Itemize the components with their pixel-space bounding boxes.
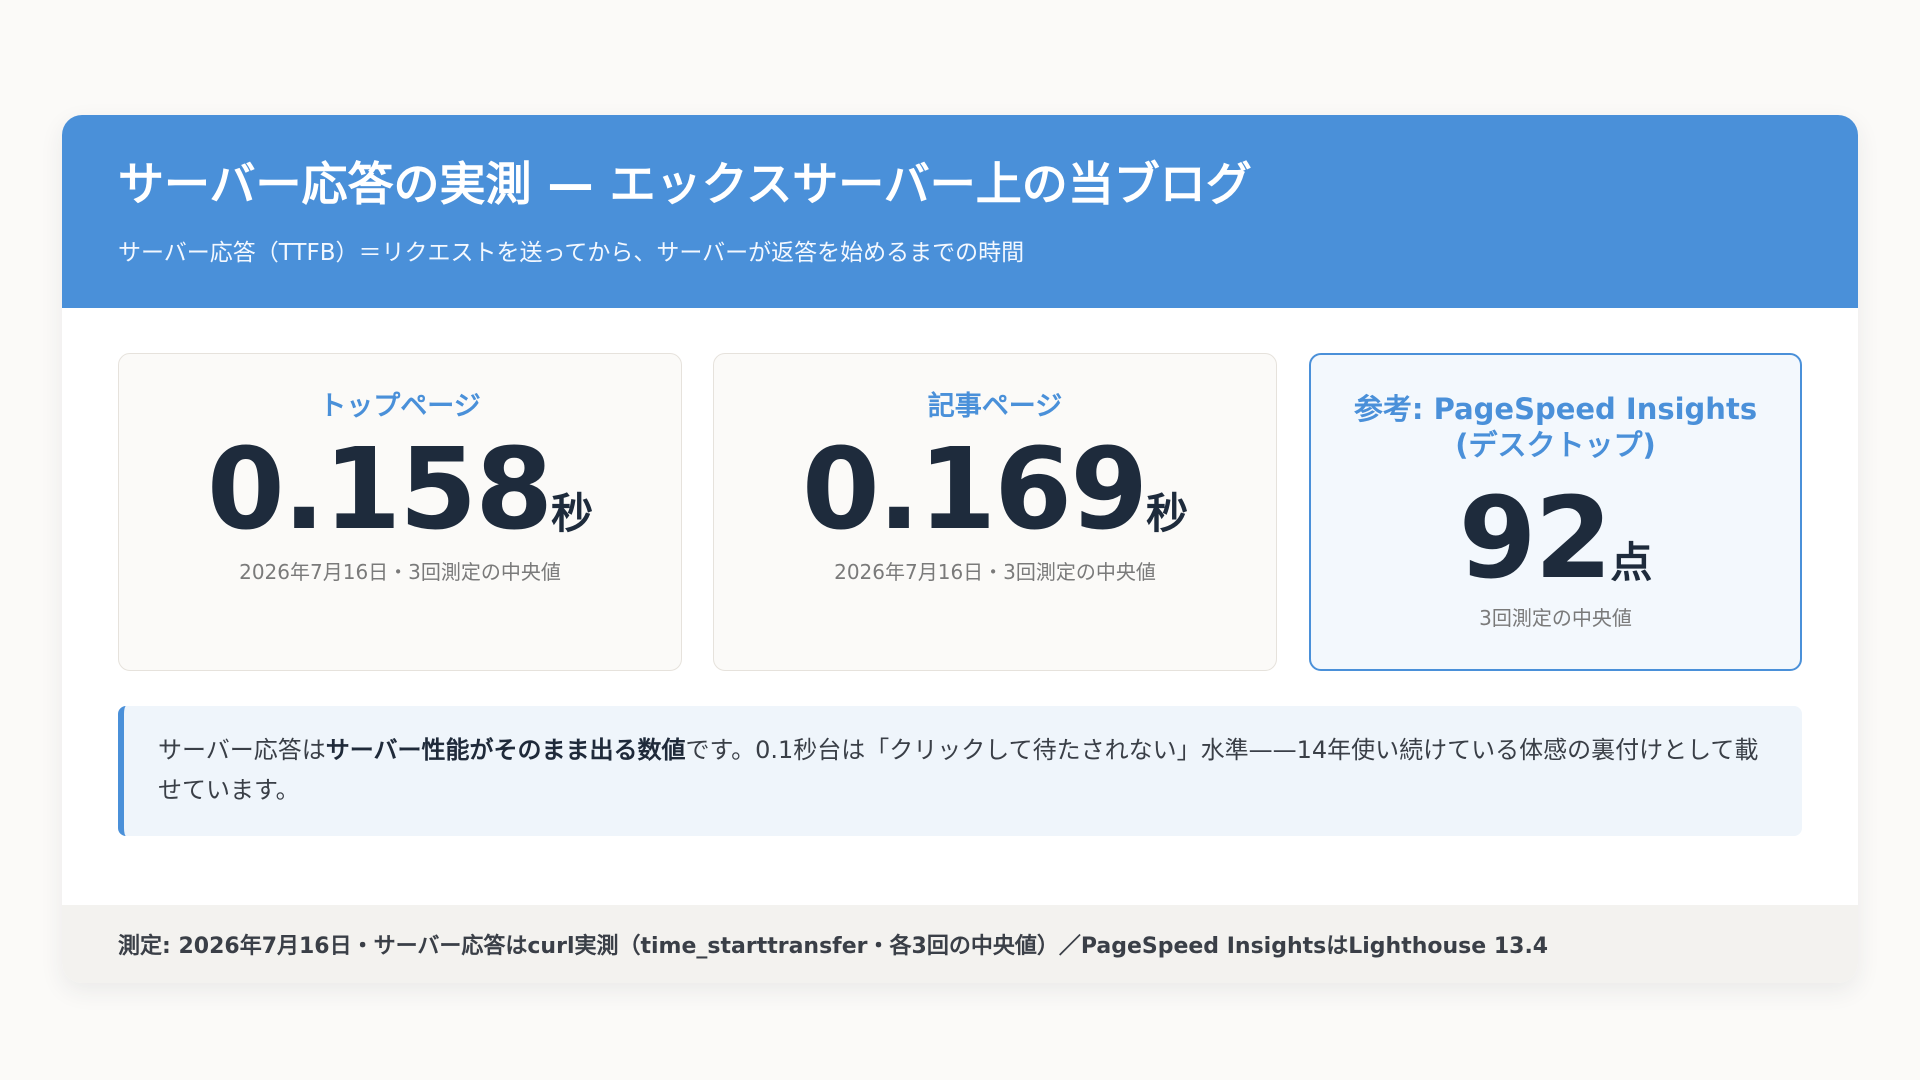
metric-unit: 秒 [1146,489,1189,538]
metric-article-page: 記事ページ 0.169秒 2026年7月16日・3回測定の中央値 [713,353,1277,671]
metric-value-row: 0.158秒 [119,434,681,546]
card-header: サーバー応答の実測 — エックスサーバー上の当ブログ サーバー応答（TTFB）＝… [62,115,1858,308]
metric-unit: 秒 [551,489,594,538]
page-subtitle: サーバー応答（TTFB）＝リクエストを送ってから、サーバーが返答を始めるまでの時… [118,240,1025,266]
callout-emphasis: サーバー性能がそのまま出る数値 [325,736,686,764]
metric-label: 記事ページ [927,391,1063,422]
metric-value-row: 0.169秒 [714,434,1276,546]
callout-text-before: サーバー応答は [158,736,326,764]
metric-value-row: 92点 [1311,483,1800,595]
metric-pagespeed: 参考: PageSpeed Insights (デスクトップ) 92点 3回測定… [1309,353,1802,671]
page-title: サーバー応答の実測 — エックスサーバー上の当ブログ [118,157,1252,211]
measurement-note: 測定: 2026年7月16日・サーバー応答はcurl実測（time_startt… [118,934,1549,959]
metric-label: トップページ [319,391,481,422]
metric-number: 0.158 [206,425,553,555]
metric-note: 2026年7月16日・3回測定の中央値 [834,560,1156,584]
metric-top-page: トップページ 0.158秒 2026年7月16日・3回測定の中央値 [118,353,682,671]
card-footer: 測定: 2026年7月16日・サーバー応答はcurl実測（time_startt… [62,905,1858,983]
metric-unit: 点 [1610,538,1653,587]
server-response-card: サーバー応答の実測 — エックスサーバー上の当ブログ サーバー応答（TTFB）＝… [62,115,1858,983]
metric-label-line1: 参考: PageSpeed Insights [1353,392,1758,426]
metric-number: 0.169 [801,425,1148,555]
metric-number: 92 [1458,474,1613,604]
explanation-callout: サーバー応答はサーバー性能がそのまま出る数値です。0.1秒台は「クリックして待た… [118,706,1802,836]
metric-label: 参考: PageSpeed Insights (デスクトップ) [1311,391,1800,464]
metric-label-line2: (デスクトップ) [1455,428,1656,463]
metric-note: 3回測定の中央値 [1479,606,1632,630]
metric-note: 2026年7月16日・3回測定の中央値 [239,560,561,584]
